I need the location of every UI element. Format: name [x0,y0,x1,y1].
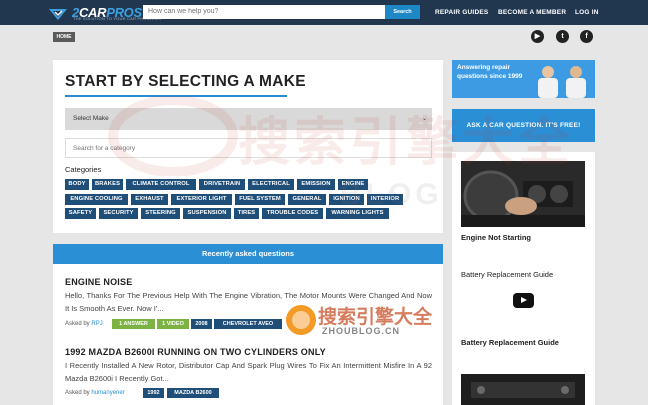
category-tag-electrical[interactable]: ELECTRICAL [248,179,294,190]
category-tag-brakes[interactable]: BRAKES [92,179,123,190]
logo-icon [47,5,69,21]
category-tag-engine-cooling[interactable]: ENGINE COOLING [65,194,128,205]
site-logo[interactable]: 2CARPROS THE SOLUTION TO YOUR CAR PROBLE… [47,2,161,23]
question-meta: Asked by RPJ [65,321,103,327]
top-navigation-bar: 2CARPROS THE SOLUTION TO YOUR CAR PROBLE… [0,0,648,25]
mechanic-photo [566,66,586,98]
category-tag-exterior-light[interactable]: EXTERIOR LIGHT [171,194,232,205]
site-search-input[interactable] [143,5,386,19]
make-select[interactable]: Select Make ⌄ [65,108,432,130]
asked-by-label: Asked by [65,321,90,327]
question-title[interactable]: ENGINE NOISE [65,277,132,287]
category-tag-general[interactable]: GENERAL [288,194,326,205]
engine-not-starting-thumbnail[interactable] [461,161,585,227]
category-search-input[interactable] [65,138,432,158]
category-tag-interior[interactable]: INTERIOR [367,194,403,205]
category-tag-security[interactable]: SECURITY [99,208,138,219]
category-tag-tires[interactable]: TIRES [234,208,259,219]
category-tag-engine[interactable]: ENGINE [338,179,368,190]
search-button[interactable]: Search [385,5,420,19]
nav-log-in[interactable]: LOG IN [575,0,599,25]
sidebar-item-battery-guide[interactable]: Battery Replacement Guide [461,338,559,347]
sidebar-item-engine-not-starting[interactable]: Engine Not Starting [461,233,531,242]
category-tag-warning-lights[interactable]: WARNING LIGHTS [326,208,389,219]
title-underline [65,95,287,97]
category-tag-drivetrain[interactable]: DRIVETRAIN [199,179,245,190]
category-tag-trouble-codes[interactable]: TROUBLE CODES [262,208,323,219]
answer-count-badge[interactable]: 1 ANSWER [112,319,155,329]
chevron-down-icon: ⌄ [421,116,427,122]
category-tag-ignition[interactable]: IGNITION [329,194,364,205]
question-title[interactable]: 1992 MAZDA B2600I RUNNING ON TWO CYLINDE… [65,347,326,357]
answering-since-banner[interactable]: Answering repair questions since 1999 [452,60,595,98]
question-user-link[interactable]: humanyener [91,390,124,396]
video-count-badge[interactable]: 1 VIDEO [157,319,189,329]
make-select-value: Select Make [73,115,109,122]
year-badge[interactable]: 2008 [191,319,212,329]
category-tag-fuel-system[interactable]: FUEL SYSTEM [235,194,285,205]
nav-become-member[interactable]: BECOME A MEMBER [498,0,566,25]
ask-question-button[interactable]: ASK A CAR QUESTION. IT'S FREE! [452,109,595,142]
model-badge[interactable]: MAZDA B2600 [167,388,219,398]
youtube-icon[interactable]: ▶ [531,30,544,43]
breadcrumb-home[interactable]: HOME [53,32,75,42]
asked-by-label: Asked by [65,390,90,396]
facebook-icon[interactable]: f [580,30,593,43]
category-tag-safety[interactable]: SAFETY [65,208,96,219]
mechanic-photo [538,66,558,98]
watermark-logo-icon [286,305,316,335]
model-badge[interactable]: CHEVROLET AVEO [214,319,282,329]
question-excerpt: I Recently Installed A New Rotor, Distri… [65,361,432,383]
youtube-play-icon[interactable] [513,293,534,308]
question-excerpt: Hello, Thanks For The Previous Help With… [65,291,432,313]
category-tag-emission[interactable]: EMISSION [297,179,335,190]
category-tag-body[interactable]: BODY [65,179,89,190]
make-section-title: START BY SELECTING A MAKE [65,73,306,90]
category-tag-exhaust[interactable]: EXHAUST [131,194,168,205]
question-meta: Asked by humanyener [65,390,125,396]
category-tag-climate-control[interactable]: CLIMATE CONTROL [126,179,196,190]
categories-label: Categories [65,165,102,174]
sidebar-item-battery-guide-video[interactable]: Battery Replacement Guide [461,270,553,279]
banner-text: Answering repair questions since 1999 [457,64,523,80]
twitter-icon[interactable]: t [556,30,569,43]
recent-questions-header: Recently asked questions [53,244,443,264]
question-user-link[interactable]: RPJ [91,321,102,327]
year-badge[interactable]: 1992 [143,388,164,398]
category-tag-steering[interactable]: STEERING [141,208,180,219]
battery-guide-thumbnail[interactable] [461,374,585,405]
category-tag-suspension[interactable]: SUSPENSION [183,208,231,219]
nav-repair-guides[interactable]: REPAIR GUIDES [435,0,488,25]
